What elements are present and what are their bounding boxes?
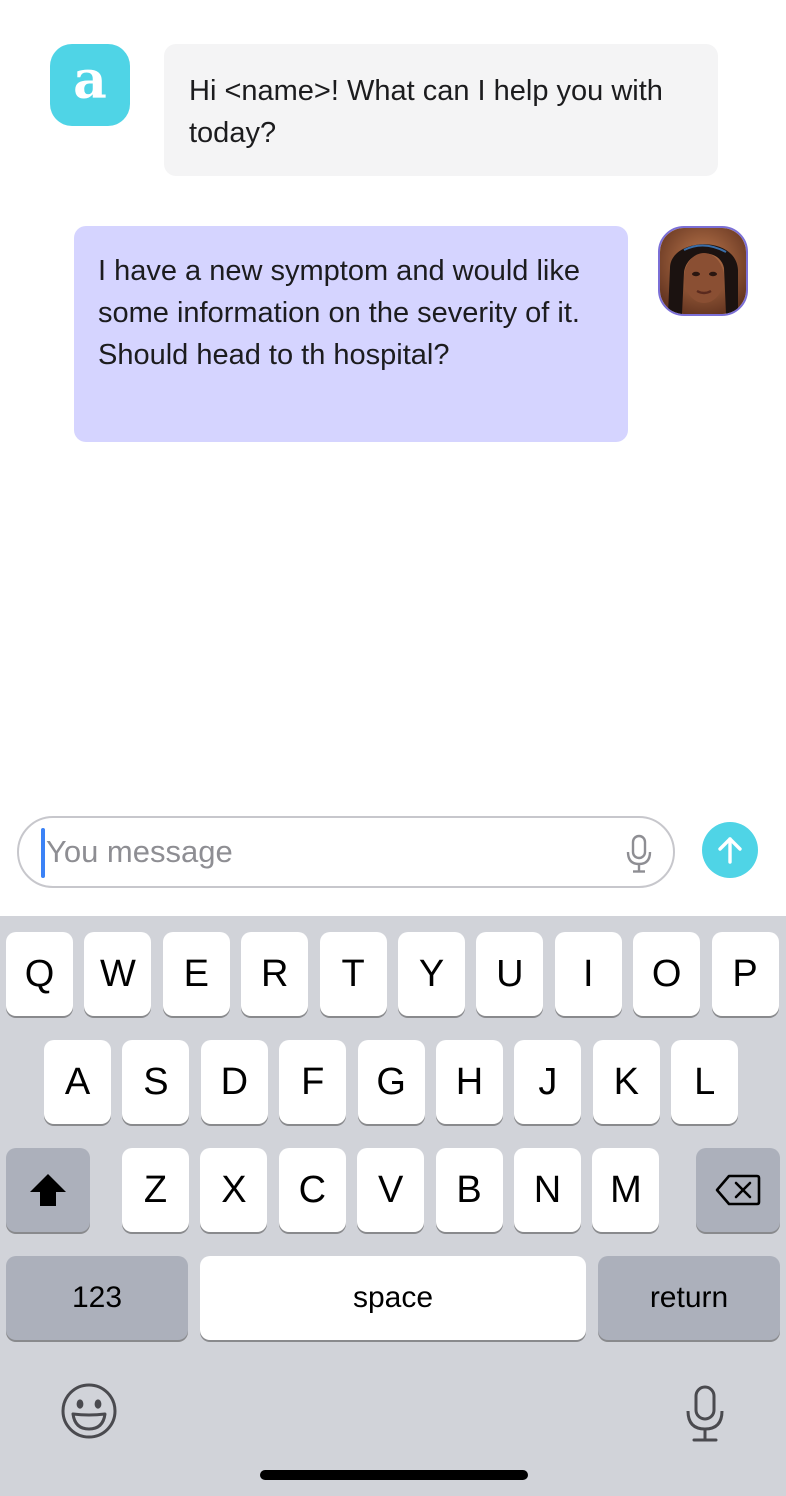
key-d[interactable]: D xyxy=(200,1040,268,1124)
message-input[interactable]: You message xyxy=(17,816,675,888)
key-x[interactable]: X xyxy=(200,1148,268,1232)
key-k[interactable]: K xyxy=(592,1040,660,1124)
key-z[interactable]: Z xyxy=(122,1148,189,1232)
emoji-icon[interactable] xyxy=(60,1382,118,1440)
key-w[interactable]: W xyxy=(84,932,152,1016)
message-placeholder: You message xyxy=(46,834,233,869)
user-message-bubble: I have a new symptom and would like some… xyxy=(74,226,628,442)
key-g[interactable]: G xyxy=(357,1040,425,1124)
key-h[interactable]: H xyxy=(436,1040,503,1124)
key-u[interactable]: U xyxy=(476,932,544,1016)
delete-key[interactable] xyxy=(696,1148,780,1232)
bot-message-bubble: Hi <name>! What can I help you with toda… xyxy=(164,44,718,176)
key-t[interactable]: T xyxy=(319,932,387,1016)
key-m[interactable]: M xyxy=(592,1148,660,1232)
key-s[interactable]: S xyxy=(122,1040,190,1124)
key-v[interactable]: V xyxy=(357,1148,425,1232)
key-e[interactable]: E xyxy=(162,932,230,1016)
text-cursor xyxy=(41,828,45,878)
keyboard: QWERTYUIOP ASDFGHJKL ZXCVBNM 123 space r… xyxy=(0,916,786,1496)
bot-avatar: a xyxy=(50,44,130,126)
message-composer: You message xyxy=(0,800,786,916)
delete-icon xyxy=(715,1174,761,1206)
home-indicator xyxy=(260,1470,528,1480)
key-f[interactable]: F xyxy=(279,1040,347,1124)
dictation-microphone-icon[interactable] xyxy=(684,1384,726,1444)
chat-area: a Hi <name>! What can I help you with to… xyxy=(0,0,786,916)
shift-icon xyxy=(30,1174,66,1206)
key-l[interactable]: L xyxy=(671,1040,739,1124)
key-o[interactable]: O xyxy=(633,932,701,1016)
key-i[interactable]: I xyxy=(554,932,622,1016)
microphone-icon[interactable] xyxy=(625,834,653,874)
key-c[interactable]: C xyxy=(278,1148,346,1232)
user-avatar xyxy=(658,226,748,316)
key-q[interactable]: Q xyxy=(6,932,73,1016)
shift-key[interactable] xyxy=(6,1148,90,1232)
send-button[interactable] xyxy=(702,822,758,878)
key-r[interactable]: R xyxy=(241,932,309,1016)
bot-avatar-letter: a xyxy=(73,50,107,111)
key-p[interactable]: P xyxy=(711,932,779,1016)
space-key[interactable]: space xyxy=(200,1256,586,1340)
return-key[interactable]: return xyxy=(598,1256,780,1340)
key-a[interactable]: A xyxy=(44,1040,111,1124)
arrow-up-icon xyxy=(718,837,742,864)
key-j[interactable]: J xyxy=(514,1040,582,1124)
numbers-key[interactable]: 123 xyxy=(6,1256,188,1340)
key-y[interactable]: Y xyxy=(398,932,465,1016)
key-n[interactable]: N xyxy=(514,1148,581,1232)
key-b[interactable]: B xyxy=(435,1148,503,1232)
